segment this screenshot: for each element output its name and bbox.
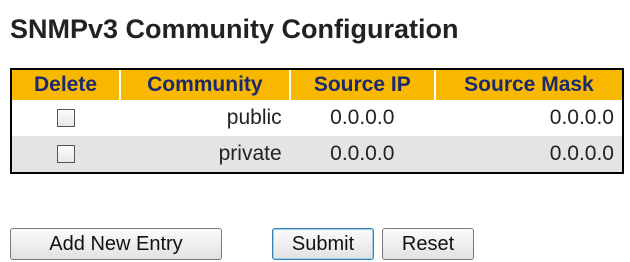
column-header-community: Community (119, 68, 290, 100)
table-row: public 0.0.0.0 0.0.0.0 (10, 100, 625, 136)
community-cell: private (120, 136, 290, 174)
delete-cell (10, 100, 120, 136)
table-header-row: Delete Community Source IP Source Mask (10, 68, 625, 100)
delete-checkbox[interactable] (57, 109, 75, 128)
page-title: SNMPv3 Community Configuration (10, 14, 459, 44)
snmpv3-community-page: SNMPv3 Community Configuration Delete Co… (0, 0, 630, 262)
column-header-source-mask: Source Mask (433, 68, 625, 100)
source-mask-cell: 0.0.0.0 (434, 100, 625, 136)
submit-button[interactable]: Submit (272, 228, 374, 260)
reset-button[interactable]: Reset (382, 228, 474, 260)
source-ip-cell: 0.0.0.0 (289, 136, 435, 174)
delete-cell (10, 136, 120, 174)
column-header-source-ip: Source IP (288, 68, 435, 100)
source-ip-cell: 0.0.0.0 (289, 100, 435, 136)
add-new-entry-button[interactable]: Add New Entry (10, 228, 222, 260)
community-table: Delete Community Source IP Source Mask p… (10, 68, 625, 174)
column-header-delete: Delete (10, 68, 120, 100)
source-mask-cell: 0.0.0.0 (434, 136, 625, 174)
delete-checkbox[interactable] (57, 145, 75, 164)
community-cell: public (120, 100, 290, 136)
table-row: private 0.0.0.0 0.0.0.0 (10, 136, 625, 174)
